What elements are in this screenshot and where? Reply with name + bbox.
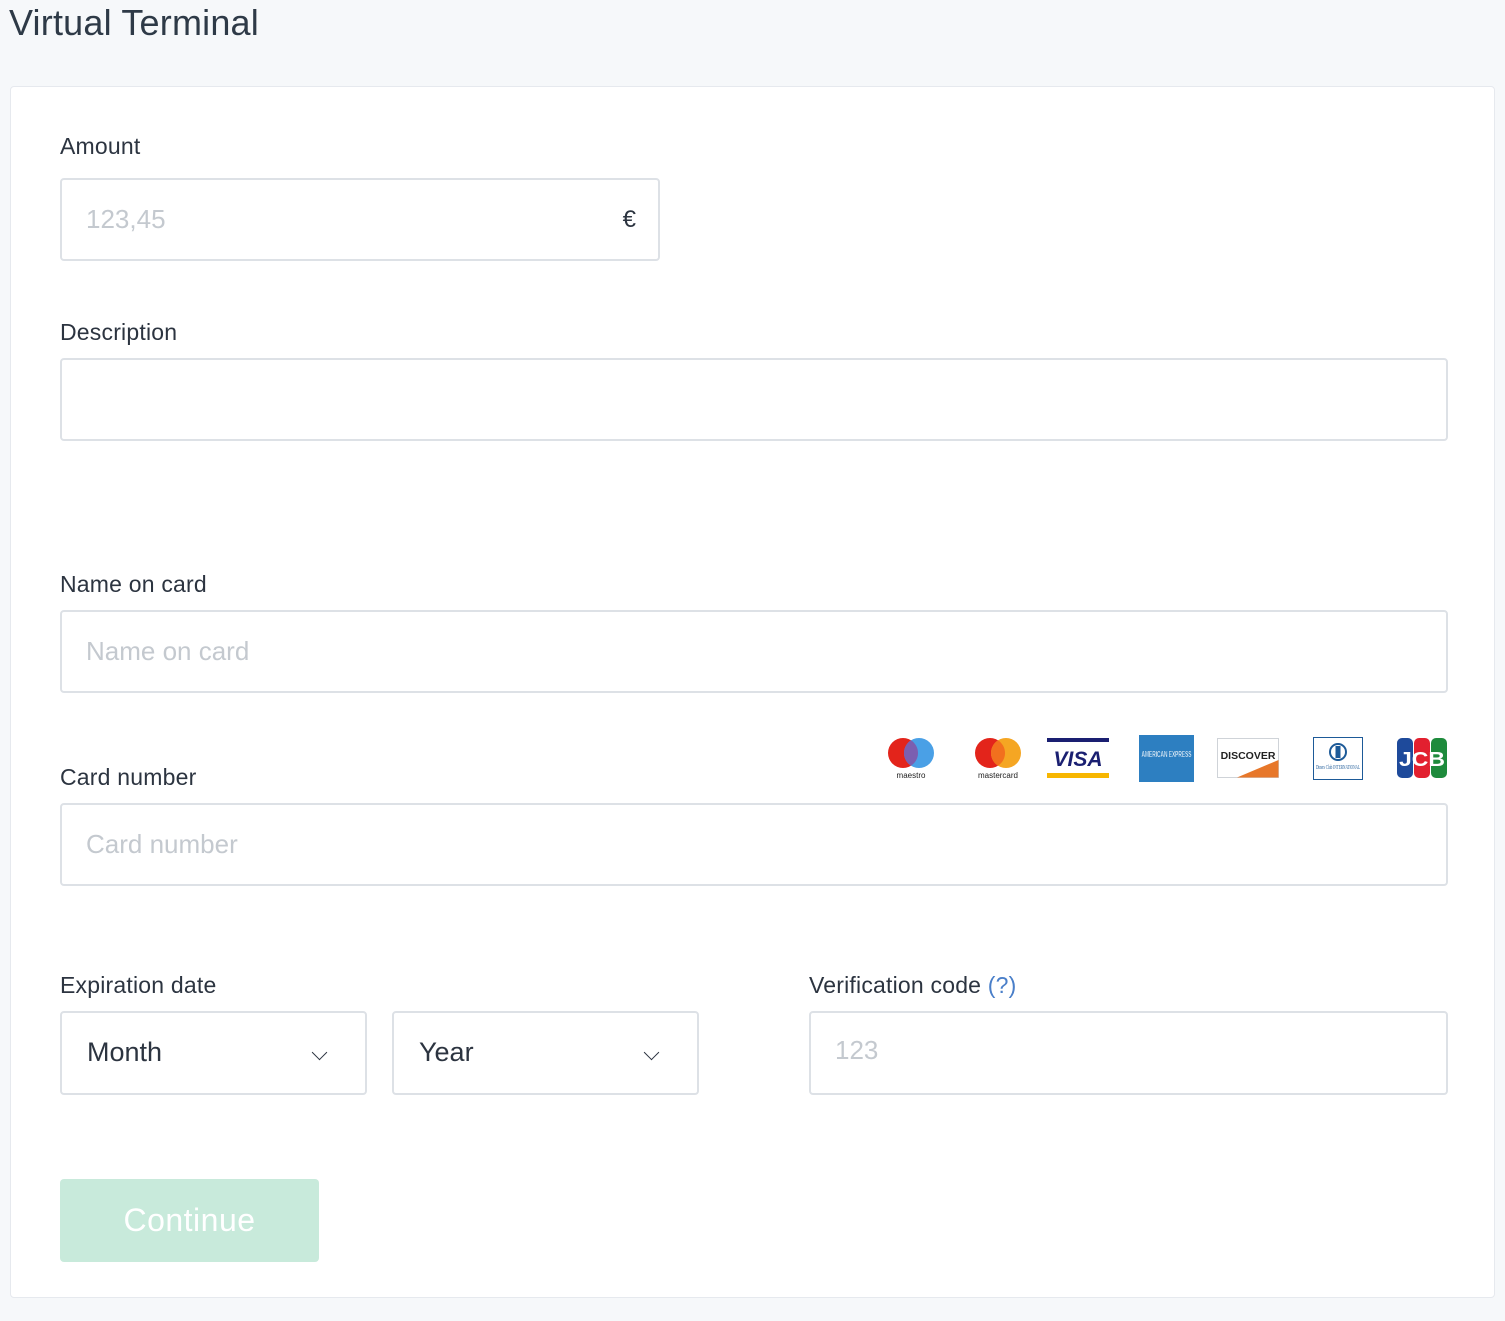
visa-logo-text: VISA [1053, 748, 1102, 771]
payment-form-card: Amount € Description Name on card maestr… [10, 86, 1495, 1298]
page-title: Virtual Terminal [9, 2, 259, 43]
currency-symbol: € [622, 206, 636, 233]
mastercard-logo-text: mastercard [978, 771, 1018, 780]
jcb-logo: JCB [1397, 738, 1447, 778]
amount-field: € [60, 178, 660, 261]
amount-label: Amount [60, 133, 141, 159]
chevron-down-icon [643, 1044, 660, 1061]
diners-club-logo-text: Diners Club INTERNATIONAL [1316, 765, 1360, 771]
verification-code-input[interactable] [811, 1013, 1446, 1093]
description-input[interactable] [62, 360, 1446, 439]
continue-button[interactable]: Continue [60, 1179, 319, 1262]
discover-logo-text: DISCOVER [1221, 750, 1276, 762]
maestro-logo-text: maestro [897, 771, 926, 780]
maestro-logo: maestro [888, 738, 934, 780]
month-select[interactable]: Month [60, 1011, 367, 1095]
name-on-card-label: Name on card [60, 571, 207, 597]
description-label: Description [60, 319, 178, 345]
american-express-logo: AMERICAN EXPRESS [1139, 735, 1194, 782]
expiration-date-label: Expiration date [60, 972, 217, 998]
mastercard-logo: mastercard [975, 738, 1021, 780]
jcb-logo-text: JCB [1399, 749, 1445, 771]
american-express-logo-text: AMERICAN EXPRESS [1142, 749, 1192, 759]
chevron-down-icon [311, 1044, 328, 1061]
description-field [60, 358, 1448, 441]
name-on-card-input[interactable] [62, 612, 1446, 691]
card-number-field [60, 803, 1448, 886]
card-number-label: Card number [60, 764, 197, 790]
discover-logo: DISCOVER [1217, 738, 1279, 778]
year-select-value: Year [419, 1037, 474, 1067]
amount-input[interactable] [62, 180, 658, 259]
name-on-card-field [60, 610, 1448, 693]
verification-help-link[interactable]: (?) [988, 972, 1017, 998]
month-select-value: Month [87, 1037, 163, 1067]
verification-code-label: Verification code (?) [809, 972, 1016, 999]
verification-code-field [809, 1011, 1448, 1095]
verification-code-label-text: Verification code [809, 972, 982, 998]
card-number-input[interactable] [62, 805, 1446, 884]
visa-logo: VISA [1047, 738, 1109, 778]
year-select[interactable]: Year [392, 1011, 699, 1095]
diners-club-logo: Diners Club INTERNATIONAL [1313, 737, 1363, 780]
